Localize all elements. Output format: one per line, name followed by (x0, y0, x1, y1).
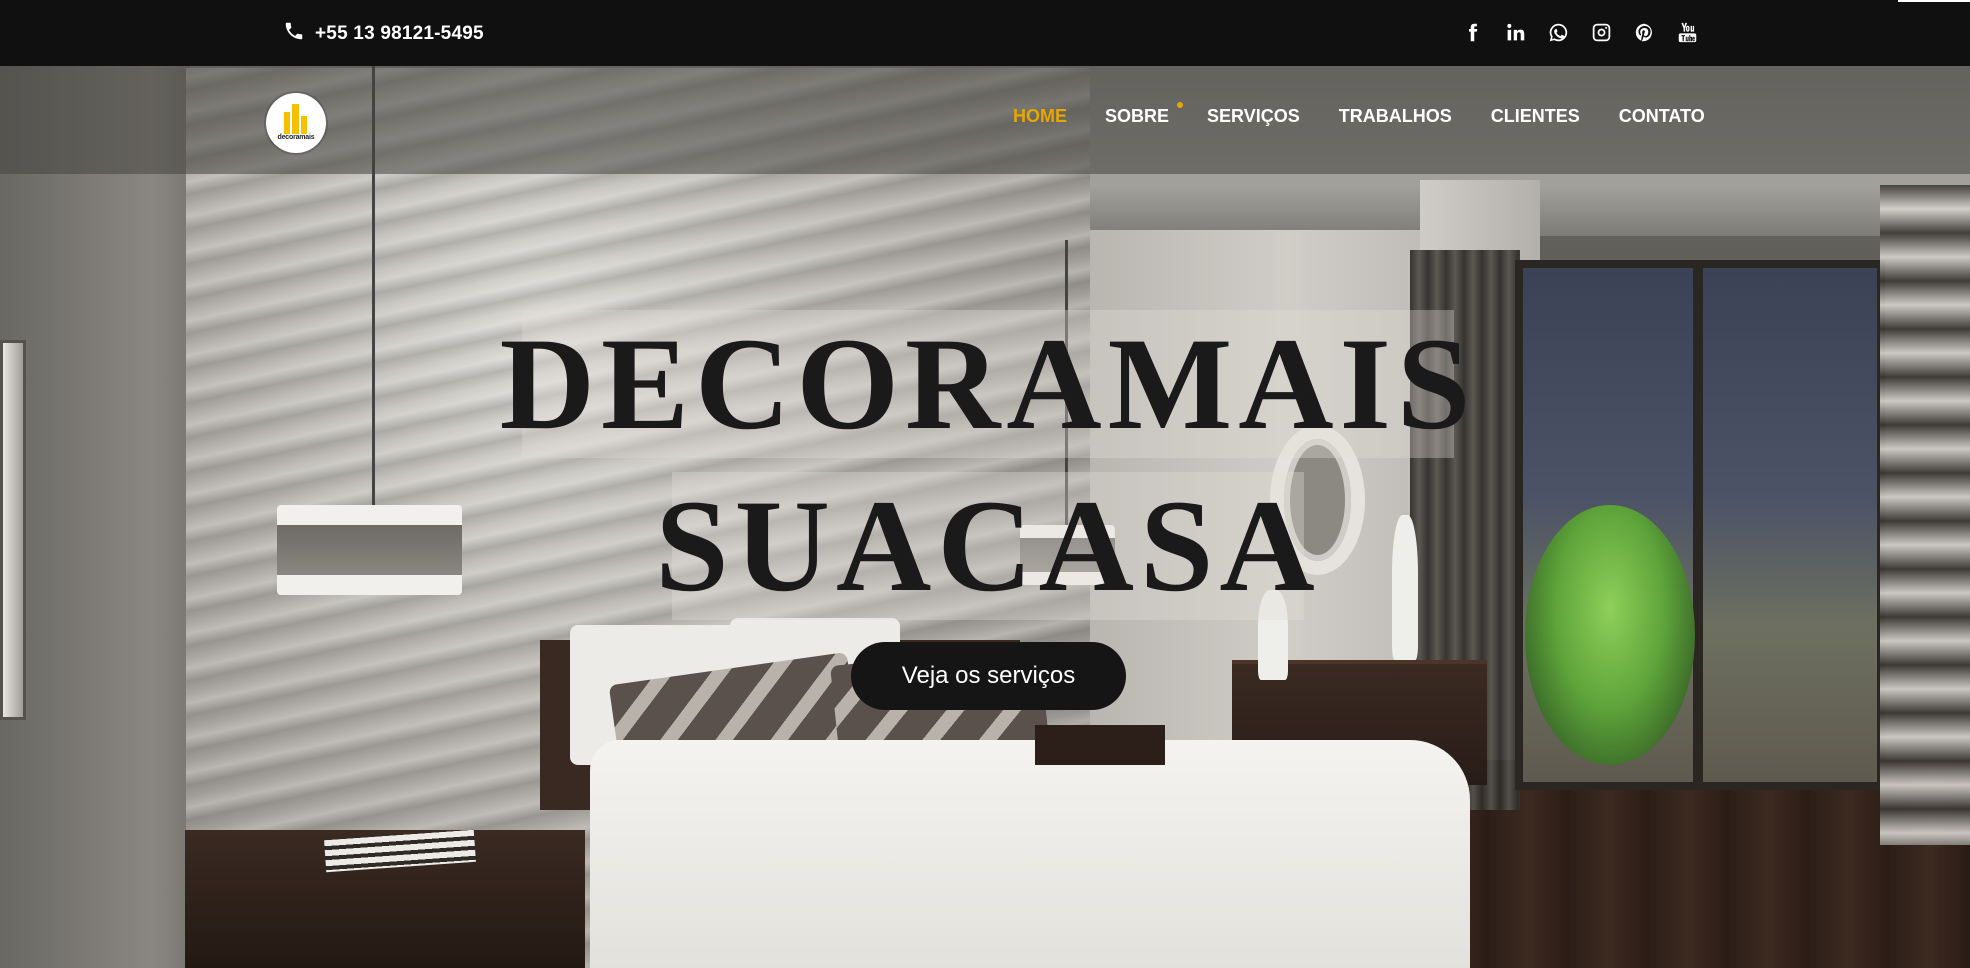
nav-item-trabalhos[interactable]: TRABALHOS (1339, 106, 1452, 127)
main-navbar: decoramais HOME SOBRE SERVIÇOS TRABALHOS… (0, 66, 1970, 174)
bed (590, 740, 1470, 968)
social-links (1460, 18, 1700, 46)
tree (1525, 505, 1695, 765)
pinterest-icon[interactable] (1632, 18, 1657, 46)
nav-item-servicos[interactable]: SERVIÇOS (1207, 106, 1300, 127)
pendant-lamp (277, 505, 462, 595)
instagram-icon[interactable] (1589, 18, 1614, 46)
nightstand (1035, 725, 1165, 765)
phone-contact[interactable]: +55 13 98121-5495 (283, 20, 484, 48)
nav-item-sobre[interactable]: SOBRE (1105, 102, 1184, 127)
hero-title-line-1: DECORAMAIS (499, 310, 1477, 458)
hero-title-line-2: SUACASA (655, 472, 1321, 620)
youtube-icon[interactable] (1675, 18, 1700, 46)
top-bar: +55 13 98121-5495 (0, 0, 1970, 66)
wall-frame (0, 340, 26, 720)
facebook-icon[interactable] (1460, 18, 1485, 46)
left-wall (0, 66, 190, 968)
nav-item-clientes[interactable]: CLIENTES (1491, 106, 1580, 127)
view-services-button[interactable]: Veja os serviços (851, 642, 1126, 710)
main-menu: HOME SOBRE SERVIÇOS TRABALHOS CLIENTES C… (1013, 102, 1705, 127)
logo-buildings-icon: decoramais (278, 104, 315, 142)
logo-text: decoramais (277, 134, 315, 141)
logo[interactable]: decoramais (266, 93, 326, 153)
phone-icon (283, 20, 305, 48)
linkedin-icon[interactable] (1503, 18, 1528, 46)
phone-number: +55 13 98121-5495 (315, 23, 484, 44)
nav-item-contato[interactable]: CONTATO (1619, 106, 1705, 127)
submenu-indicator-dot (1177, 102, 1184, 108)
whatsapp-icon[interactable] (1546, 18, 1571, 46)
curtain-right (1880, 185, 1970, 845)
nav-item-home[interactable]: HOME (1013, 106, 1067, 127)
vase (1392, 515, 1418, 660)
